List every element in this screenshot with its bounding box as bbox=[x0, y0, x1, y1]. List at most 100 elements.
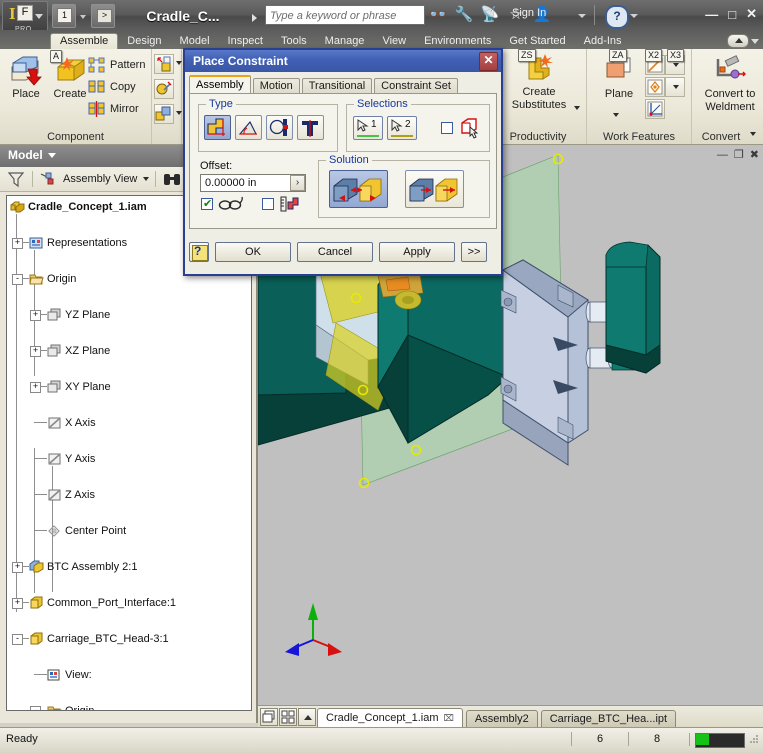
maximize-button[interactable]: □ bbox=[728, 7, 736, 22]
expander-plus-icon[interactable]: + bbox=[12, 562, 23, 573]
chevron-down-icon[interactable] bbox=[574, 106, 580, 110]
sign-in-label[interactable]: Sign In bbox=[512, 7, 546, 19]
chevron-down-icon[interactable] bbox=[47, 153, 56, 159]
pattern-button[interactable]: Pattern bbox=[88, 57, 145, 73]
cascade-windows-button[interactable] bbox=[260, 708, 278, 726]
doc-tab-assembly2[interactable]: Assembly2 bbox=[465, 710, 538, 727]
tab-constraint-set[interactable]: Constraint Set bbox=[374, 78, 458, 94]
satellite-dish-icon[interactable]: 📡 bbox=[480, 5, 500, 25]
tree-row-y-axis[interactable]: Y Axis bbox=[7, 450, 251, 468]
expand-more-button[interactable]: >> bbox=[461, 242, 487, 262]
chevron-down-icon[interactable] bbox=[630, 14, 638, 18]
chevron-down-icon[interactable] bbox=[613, 113, 619, 117]
tab-assemble[interactable]: Assemble bbox=[50, 33, 119, 50]
close-button[interactable]: ✕ bbox=[746, 6, 757, 22]
pick-part-first-checkbox[interactable] bbox=[441, 122, 453, 134]
tree-row-carriage-btc-head[interactable]: - Carriage_BTC_Head-3:1 bbox=[7, 630, 251, 648]
binoculars-icon[interactable] bbox=[162, 171, 182, 187]
apply-button[interactable]: Apply bbox=[379, 242, 455, 262]
open-document-button[interactable]: > bbox=[91, 4, 115, 28]
expander-plus-icon[interactable]: + bbox=[12, 238, 23, 249]
work-point-dropdown[interactable] bbox=[665, 77, 685, 97]
tree-label: Z Axis bbox=[65, 489, 95, 501]
replace-component-button[interactable] bbox=[154, 104, 174, 124]
mate-constraint-button[interactable] bbox=[204, 115, 231, 140]
tree-row-z-axis[interactable]: Z Axis bbox=[7, 486, 251, 504]
dialog-help-button[interactable]: ? bbox=[189, 242, 209, 262]
tree-row-view[interactable]: View: bbox=[7, 666, 251, 684]
ok-button[interactable]: OK bbox=[215, 242, 291, 262]
doc-tab-cradle[interactable]: Cradle_Concept_1.iam ⌧ bbox=[317, 708, 463, 727]
selection-2-button[interactable]: 2 bbox=[387, 116, 417, 140]
tab-transitional[interactable]: Transitional bbox=[301, 78, 373, 94]
place-component-button[interactable]: Place bbox=[4, 55, 48, 100]
tree-connector bbox=[34, 494, 47, 495]
grounded-move-button[interactable] bbox=[154, 79, 174, 99]
chevron-down-icon[interactable] bbox=[750, 132, 756, 136]
expander-plus-icon[interactable]: + bbox=[30, 382, 41, 393]
solution-flush-button[interactable] bbox=[405, 170, 464, 208]
type-group-label: Type bbox=[206, 98, 236, 110]
expander-plus-icon[interactable]: + bbox=[12, 598, 23, 609]
tree-row-origin-2[interactable]: - Origin bbox=[7, 702, 251, 710]
close-icon[interactable]: ✕ bbox=[479, 52, 498, 71]
title-chevron-right-icon[interactable] bbox=[252, 14, 257, 22]
chevron-down-icon[interactable] bbox=[79, 5, 88, 27]
tab-add-ins[interactable]: Add-Ins bbox=[575, 33, 631, 50]
offset-dropdown-button[interactable]: › bbox=[290, 175, 305, 191]
tree-row-x-axis[interactable]: X Axis bbox=[7, 414, 251, 432]
minimize-button[interactable]: — bbox=[705, 7, 718, 22]
expander-minus-icon[interactable]: - bbox=[12, 274, 23, 285]
ribbon-collapse-button[interactable] bbox=[727, 34, 749, 48]
insert-constraint-button[interactable] bbox=[297, 115, 324, 140]
view-icon bbox=[47, 668, 62, 682]
solution-mate-button[interactable] bbox=[329, 170, 388, 208]
dialog-title-bar[interactable]: Place Constraint ✕ bbox=[185, 50, 501, 72]
expander-plus-icon[interactable]: + bbox=[30, 310, 41, 321]
tab-get-started[interactable]: Get Started bbox=[500, 33, 574, 50]
work-point-button[interactable] bbox=[645, 77, 665, 97]
tree-row-xz-plane[interactable]: + XZ Plane bbox=[7, 342, 251, 360]
tree-connector bbox=[34, 530, 47, 531]
pick-part-first-icon[interactable] bbox=[459, 117, 481, 139]
search-input[interactable]: Type a keyword or phrase bbox=[265, 5, 425, 25]
chevron-down-icon[interactable] bbox=[751, 38, 759, 44]
new-document-button[interactable]: 1 bbox=[52, 4, 76, 28]
filter-icon[interactable] bbox=[6, 170, 26, 188]
tab-motion[interactable]: Motion bbox=[252, 78, 300, 94]
tab-assembly[interactable]: Assembly bbox=[189, 75, 251, 94]
expander-minus-icon[interactable]: - bbox=[12, 634, 23, 645]
convert-to-weldment-button[interactable]: Convert to Weldment bbox=[704, 55, 756, 113]
free-move-button[interactable] bbox=[154, 54, 174, 74]
tree-row-xy-plane[interactable]: + XY Plane bbox=[7, 378, 251, 396]
mirror-button[interactable]: Mirror bbox=[88, 101, 139, 117]
tree-row-yz-plane[interactable]: + YZ Plane bbox=[7, 306, 251, 324]
place-constraint-dialog[interactable]: Place Constraint ✕ Assembly Motion Trans… bbox=[183, 48, 503, 276]
tile-windows-button[interactable] bbox=[279, 708, 297, 726]
tree-row-common-port-interface[interactable]: + Common_Port_Interface:1 bbox=[7, 594, 251, 612]
doc-tab-carriage[interactable]: Carriage_BTC_Hea...ipt bbox=[540, 710, 677, 727]
tangent-constraint-button[interactable] bbox=[266, 115, 293, 140]
copy-button[interactable]: Copy bbox=[88, 79, 136, 95]
chevron-down-icon[interactable] bbox=[143, 177, 150, 181]
predict-offset-checkbox[interactable] bbox=[262, 198, 274, 210]
tree-row-btc-assembly[interactable]: + BTC Assembly 2:1 bbox=[7, 558, 251, 576]
help-button[interactable]: ? bbox=[605, 5, 629, 29]
selection-1-button[interactable]: 1 bbox=[353, 116, 383, 140]
tab-design[interactable]: Design bbox=[118, 33, 170, 50]
expander-plus-icon[interactable]: + bbox=[30, 346, 41, 357]
create-substitutes-button[interactable]: Create Substitutes bbox=[504, 53, 574, 111]
angle-constraint-button[interactable] bbox=[235, 115, 262, 140]
cancel-button[interactable]: Cancel bbox=[297, 242, 373, 262]
chevron-down-icon[interactable] bbox=[578, 14, 586, 18]
tree-row-center-point[interactable]: Center Point bbox=[7, 522, 251, 540]
user-coordinate-system-button[interactable] bbox=[645, 99, 665, 119]
expander-minus-icon[interactable]: - bbox=[30, 706, 41, 710]
resize-grip[interactable] bbox=[749, 734, 759, 744]
assembly-view-label[interactable]: Assembly View bbox=[63, 173, 137, 185]
wrench-icon[interactable]: 🔧 bbox=[454, 5, 474, 25]
close-icon[interactable]: ⌧ bbox=[444, 713, 454, 723]
scroll-up-button[interactable] bbox=[298, 708, 316, 726]
show-preview-checkbox[interactable] bbox=[201, 197, 213, 210]
binoculars-icon[interactable]: 👓 bbox=[428, 5, 448, 25]
